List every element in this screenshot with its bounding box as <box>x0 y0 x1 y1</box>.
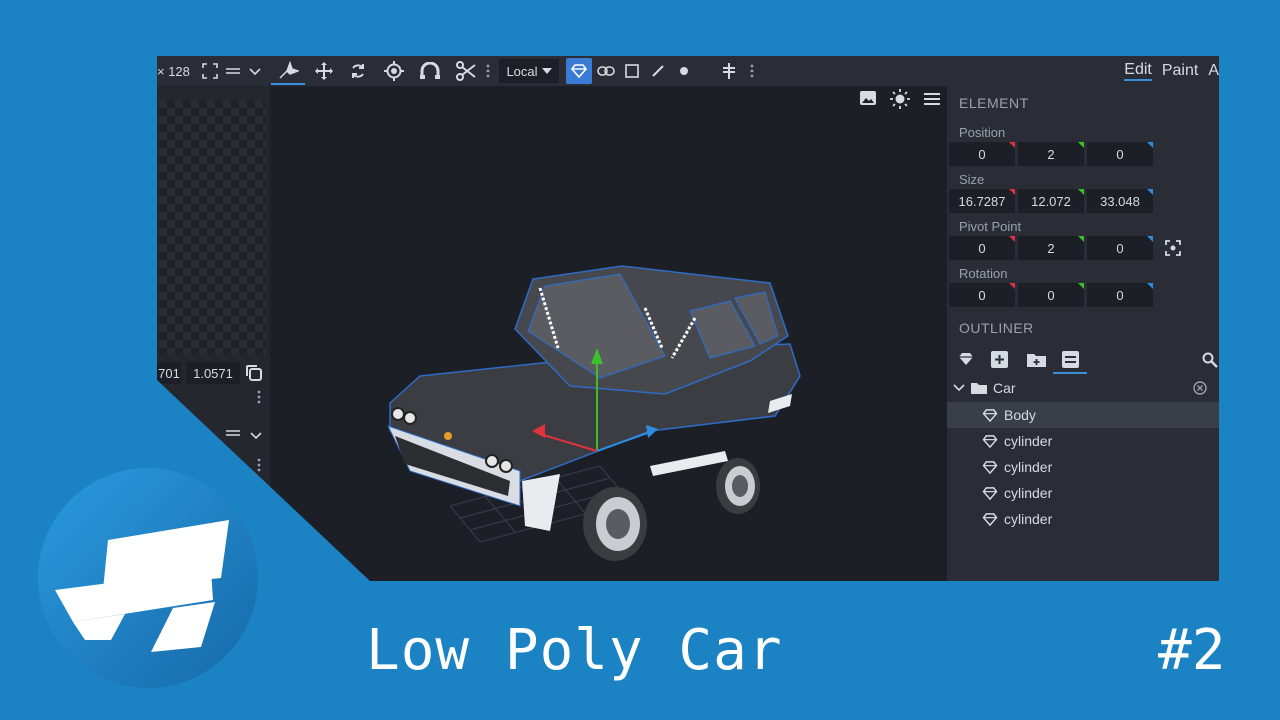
position-x-field[interactable]: 0 <box>949 142 1015 166</box>
mirror-modeling-icon[interactable] <box>717 56 741 86</box>
rotation-x-field[interactable]: 0 <box>949 283 1015 307</box>
outliner-tool-underline <box>1053 372 1087 374</box>
properties-panel: ELEMENT Position 0 2 0 Size 16.7287 12.0… <box>947 86 1219 581</box>
uv-field-a[interactable]: 701 <box>157 362 181 384</box>
center-pivot-icon[interactable] <box>1165 240 1181 259</box>
blockbench-logo <box>38 468 258 688</box>
rotation-label: Rotation <box>959 266 1008 281</box>
pivot-tool-icon[interactable] <box>379 56 409 86</box>
outliner-item-label: cylinder <box>1004 433 1053 449</box>
car-model[interactable] <box>270 86 947 581</box>
outliner-item-body[interactable]: Body <box>947 402 1219 428</box>
size-y-field[interactable]: 12.072 <box>1018 189 1084 213</box>
tab-paint[interactable]: Paint <box>1162 62 1198 80</box>
caret-down-icon <box>541 68 552 74</box>
outliner-group-car[interactable]: Car <box>947 375 1219 401</box>
select-mode-gem-icon[interactable] <box>566 58 592 84</box>
add-box-icon[interactable] <box>991 351 1008 371</box>
outliner-item-cylinder-4[interactable]: cylinder <box>947 506 1219 532</box>
outliner-section-title: OUTLINER <box>959 320 1034 336</box>
transform-space-select[interactable]: Local <box>499 59 559 83</box>
cube-gem-icon <box>982 434 998 448</box>
active-tool-underline <box>271 83 305 85</box>
add-folder-icon[interactable] <box>1027 352 1046 370</box>
pivot-x-field[interactable]: 0 <box>949 236 1015 260</box>
video-title: Low Poly Car <box>366 618 783 683</box>
close-circle-icon[interactable] <box>1193 381 1207 395</box>
wheel-front <box>583 487 647 561</box>
search-icon[interactable] <box>1202 352 1218 371</box>
uv-texture-canvas[interactable] <box>159 100 266 355</box>
outliner-item-label: cylinder <box>1004 485 1053 501</box>
rotation-y-field[interactable]: 0 <box>1018 283 1084 307</box>
size-x-field[interactable]: 16.7287 <box>949 189 1015 213</box>
folder-icon <box>971 383 987 394</box>
position-y-field[interactable]: 2 <box>1018 142 1084 166</box>
size-label: Size <box>959 172 985 187</box>
resize-tool-icon[interactable] <box>309 56 339 86</box>
add-cube-gem-icon[interactable] <box>957 352 975 369</box>
chevron-down-icon-2[interactable] <box>249 427 263 445</box>
position-z-field[interactable]: 0 <box>1087 142 1153 166</box>
element-section-title: ELEMENT <box>959 95 1029 111</box>
more-vertical-icon-3[interactable] <box>257 390 261 409</box>
vertex-snap-icon[interactable] <box>415 56 445 86</box>
more-vertical-icon-2[interactable] <box>747 56 757 86</box>
tab-edit[interactable]: Edit <box>1124 61 1152 81</box>
face-mode-square-icon[interactable] <box>620 56 644 86</box>
size-z-field[interactable]: 33.048 <box>1087 189 1153 213</box>
outliner-item-cylinder-3[interactable]: cylinder <box>947 480 1219 506</box>
pivot-y-field[interactable]: 2 <box>1018 236 1084 260</box>
copy-icon[interactable] <box>245 364 263 387</box>
outliner-item-label: cylinder <box>1004 459 1053 475</box>
cube-gem-icon <box>982 486 998 500</box>
outliner-item-label: Body <box>1004 407 1036 423</box>
rotate-tool-icon[interactable] <box>343 56 373 86</box>
more-vertical-icon[interactable] <box>483 56 493 86</box>
texture-size-label: × 128 <box>157 63 190 79</box>
blockbench-window: × 128 Local Edit Paint A 701 1.0571 ELEM… <box>157 56 1219 581</box>
chevron-down-icon-3[interactable] <box>953 384 965 392</box>
toggle-outliner-icon[interactable] <box>1062 351 1079 371</box>
scissors-icon[interactable] <box>451 56 481 86</box>
menu-lines-icon[interactable] <box>223 56 243 86</box>
3d-viewport[interactable] <box>270 86 947 581</box>
vertex-mode-dot-icon[interactable] <box>672 56 696 86</box>
outliner-item-label: cylinder <box>1004 511 1053 527</box>
mode-tabs: Edit Paint A <box>1124 56 1219 86</box>
outliner-item-cylinder-1[interactable]: cylinder <box>947 428 1219 454</box>
menu-lines-icon-2[interactable] <box>225 426 241 444</box>
cube-gem-icon <box>982 512 998 526</box>
outliner-item-cylinder-2[interactable]: cylinder <box>947 454 1219 480</box>
chevron-down-icon[interactable] <box>245 56 265 86</box>
edge-mode-icon[interactable] <box>646 56 670 86</box>
pivot-z-field[interactable]: 0 <box>1087 236 1153 260</box>
wheel-rear <box>716 458 760 514</box>
rotation-z-field[interactable]: 0 <box>1087 283 1153 307</box>
uv-field-b[interactable]: 1.0571 <box>186 362 240 384</box>
episode-number: #2 <box>1158 618 1226 683</box>
position-label: Position <box>959 125 1006 140</box>
transform-space-label: Local <box>506 63 538 79</box>
fullscreen-icon[interactable] <box>199 56 221 86</box>
cube-gem-icon <box>982 408 998 422</box>
move-tool-icon[interactable] <box>271 56 305 86</box>
tab-animate[interactable]: A <box>1208 62 1219 80</box>
link-icon[interactable] <box>594 56 618 86</box>
pivot-label: Pivot Point <box>959 219 1022 234</box>
cube-gem-icon <box>982 460 998 474</box>
outliner-group-label: Car <box>993 380 1016 396</box>
main-toolbar: × 128 Local Edit Paint A <box>157 56 1219 86</box>
